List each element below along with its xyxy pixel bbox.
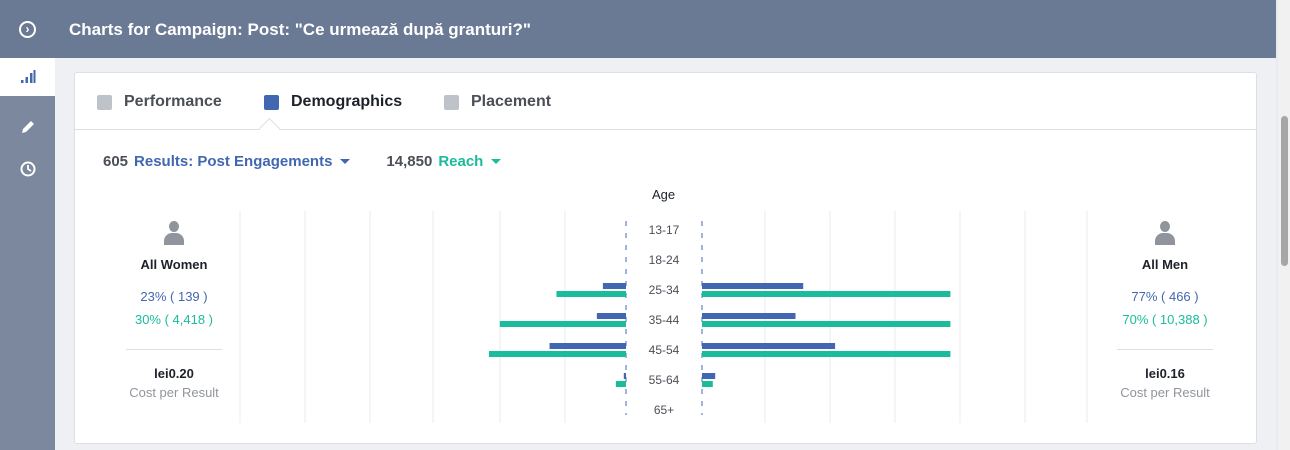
left-nav	[0, 58, 55, 450]
bar-chart-icon	[20, 70, 35, 83]
women-reach-bar	[556, 291, 626, 297]
age-tick-label: 13-17	[649, 223, 680, 237]
women-reach-bar	[615, 381, 626, 387]
age-tick-label: 45-54	[649, 343, 680, 357]
clock-icon	[20, 161, 35, 177]
nav-edit[interactable]	[0, 108, 55, 146]
men-reach-bar	[702, 351, 951, 357]
men-results-bar	[702, 313, 796, 319]
men-results-bar	[702, 283, 804, 289]
age-tick-label: 18-24	[649, 253, 680, 267]
pencil-icon	[21, 121, 34, 133]
men-results-bar	[702, 343, 836, 349]
men-reach-bar	[702, 291, 951, 297]
women-results-bar	[623, 373, 626, 379]
women-reach-bar	[499, 321, 626, 327]
window-title: Charts for Campaign: Post: "Ce urmează d…	[69, 20, 531, 39]
age-tick-label: 25-34	[649, 283, 680, 297]
age-tick-label: 35-44	[649, 313, 680, 327]
women-reach-bar	[488, 351, 626, 357]
age-tick-label: 65+	[654, 403, 674, 417]
women-results-bar	[549, 343, 626, 349]
age-tick-label: 55-64	[649, 373, 680, 387]
age-gender-chart: 13-17 18-24 25-34 35-44 45-54 55-64 65+	[239, 211, 1088, 423]
charts-panel: Performance Demographics Placement 605 R…	[74, 72, 1257, 444]
nav-history[interactable]	[0, 150, 55, 188]
women-results-bar	[596, 313, 626, 319]
men-reach-bar	[702, 381, 713, 387]
nav-charts[interactable]	[0, 58, 55, 96]
scrollbar-thumb[interactable]	[1281, 116, 1288, 266]
men-reach-bar	[702, 321, 951, 327]
expand-toggle-icon[interactable]: ›	[19, 21, 36, 38]
women-results-bar	[602, 283, 626, 289]
scrollbar[interactable]	[1278, 0, 1290, 450]
men-results-bar	[702, 373, 716, 379]
title-bar: › Charts for Campaign: Post: "Ce urmează…	[0, 0, 1276, 58]
